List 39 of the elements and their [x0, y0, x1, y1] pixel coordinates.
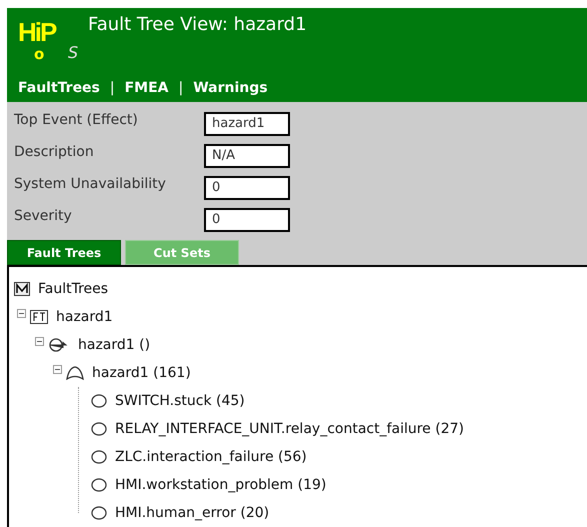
- nav-separator: |: [178, 80, 184, 96]
- field-label: Description: [14, 142, 95, 162]
- tree-node-label[interactable]: hazard1 (161): [92, 365, 191, 381]
- tree-node-label[interactable]: RELAY_INTERFACE_UNIT.relay_contact_failure (27): [115, 421, 464, 437]
- logo-text: o: [34, 47, 44, 62]
- circle-icon: [91, 394, 107, 408]
- circle-icon: [91, 422, 107, 436]
- tree-node-label[interactable]: SWITCH.stuck (45): [115, 393, 245, 409]
- collapse-icon[interactable]: [53, 365, 62, 374]
- value-field[interactable]: 0: [204, 208, 290, 232]
- circle-icon: [91, 506, 107, 520]
- value-field[interactable]: N/A: [204, 144, 290, 168]
- logo-text: S: [68, 44, 78, 62]
- value-field[interactable]: hazard1: [204, 112, 290, 136]
- circle-icon: [91, 450, 107, 464]
- nav-separator: |: [110, 80, 115, 96]
- collapse-icon[interactable]: [17, 309, 26, 318]
- tree-node-label[interactable]: hazard1 (): [78, 337, 150, 353]
- circle-arrow-icon: [48, 338, 70, 352]
- value-field[interactable]: 0: [204, 176, 290, 200]
- nav-link[interactable]: FaultTrees: [18, 80, 100, 96]
- or-gate-icon: [66, 366, 84, 380]
- collapse-icon[interactable]: [35, 337, 44, 346]
- field-label: Top Event (Effect): [14, 110, 139, 130]
- nav-link[interactable]: Warnings: [193, 80, 268, 96]
- tree-node-label[interactable]: FaultTrees: [38, 281, 108, 297]
- tree-node-label[interactable]: HMI.workstation_problem (19): [115, 477, 326, 493]
- field-label: System Unavailability: [14, 174, 167, 194]
- model-icon: [14, 282, 30, 296]
- nav-link[interactable]: FMEA: [124, 80, 169, 96]
- tree-node-label[interactable]: HMI.human_error (20): [115, 505, 270, 521]
- page-title: Fault Tree View: hazard1: [88, 14, 307, 36]
- logo-text: HiP: [18, 18, 56, 46]
- tab[interactable]: Fault Trees: [7, 240, 121, 265]
- circle-icon: [91, 478, 107, 492]
- fault-tree-icon: [30, 310, 48, 324]
- tree-node-label[interactable]: hazard1: [56, 309, 113, 325]
- field-label: Severity: [14, 206, 73, 226]
- tree-node-label[interactable]: ZLC.interaction_failure (56): [115, 449, 307, 465]
